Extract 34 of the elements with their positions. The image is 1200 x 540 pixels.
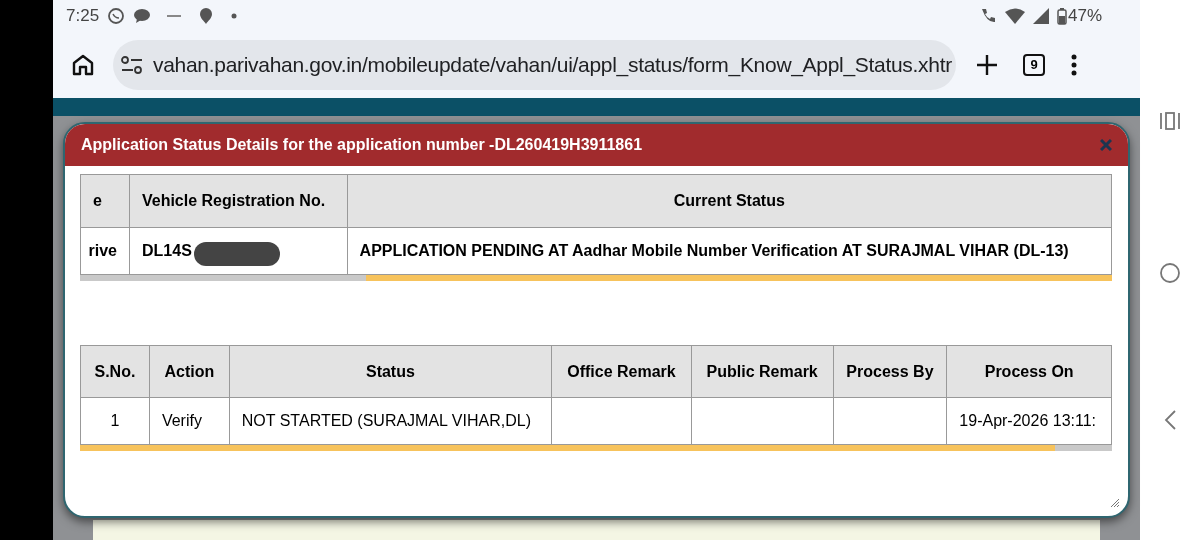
pin-icon [199,7,214,25]
resize-handle-icon[interactable] [1110,498,1120,508]
url-text: vahan.parivahan.gov.in/mobileupdate/vahan/ui/appl_status/form_Know_Appl_Status.xhtr [153,52,952,79]
table-cell-text: rive [88,241,117,261]
table-cell-text: DL14S [142,241,192,261]
menu-icon [1071,54,1077,76]
chat-icon [107,7,126,25]
tab-switcher-button[interactable]: 9 [1023,54,1045,76]
battery-percentage: 47% [1067,5,1102,28]
message-icon [133,8,152,24]
table-cell-text: NOT STARTED (SURAJMAL VIHAR,DL) [241,411,531,431]
plus-icon [976,54,998,76]
signal-icon [1032,8,1049,24]
close-icon[interactable] [1100,139,1112,151]
column-header: S.No. [93,361,137,382]
table-cell-text: Verify [161,411,202,431]
table-cell-text: 1 [110,411,120,431]
site-settings-icon [121,56,143,74]
scrollbar-thumb[interactable] [366,275,1112,281]
dash-icon [167,14,182,18]
dot-icon [231,13,238,19]
home-icon [71,53,95,77]
column-header: e [92,191,103,211]
dialog-title: Application Status Details for the application number -DL260419H3911861 [81,135,644,155]
battery-icon [1056,7,1067,25]
table-cell-text: APPLICATION PENDING AT Aadhar Mobile Number Verification AT SURAJMAL VIHAR (DL-13) [359,241,1069,261]
back-icon [1163,409,1177,431]
wifi-icon [1004,8,1025,24]
recent-apps-icon [1160,112,1180,130]
home-circle-icon [1159,262,1181,284]
table-cell-text: 19-Apr-2026 13:11: [959,411,1097,431]
horizontal-scrollbar[interactable] [80,275,1112,281]
status-time: 7:25 [66,5,100,28]
address-bar[interactable]: vahan.parivahan.gov.in/mobileupdate/vahan/ui/appl_status/form_Know_Appl_Status.xhtr [113,40,956,90]
